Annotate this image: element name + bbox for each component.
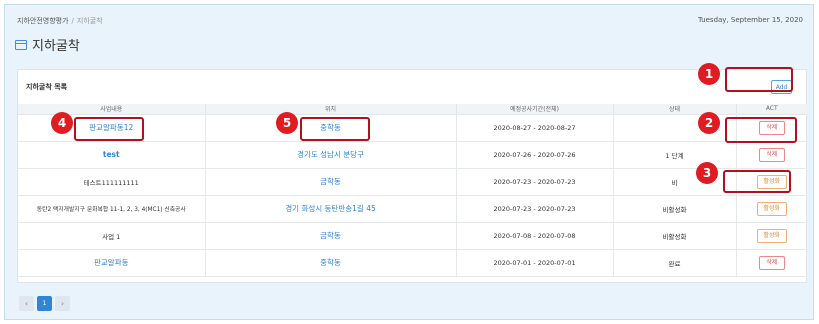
list-card: 지하굴착 목록 Add 사업내용 위치 예정공사기간(전체) 상태 ACT 판교… (17, 69, 807, 283)
project-name-cell[interactable]: 동탄2 택지개발지구 문화복합 11-1, 2, 3, 4(MC1) 신축공사 (18, 195, 206, 223)
column-header[interactable]: ACT (736, 104, 807, 115)
project-name-cell[interactable]: 테스트111111111 (18, 168, 206, 196)
content-frame: 지하안전영향평가 / 지하굴착 Tuesday, September 15, 202… (4, 4, 814, 320)
breadcrumb-root[interactable]: 지하안전영향평가 (17, 17, 69, 25)
period-cell: 2020-07-23 - 2020-07-23 (456, 195, 614, 223)
highlight-box-delete (725, 117, 797, 143)
table-row: 사업 1 금학동 2020-07-08 - 2020-07-08 비활성화 활성… (18, 222, 807, 250)
breadcrumb: 지하안전영향평가 / 지하굴착 (17, 16, 103, 26)
period-cell: 2020-07-08 - 2020-07-08 (456, 222, 614, 250)
period-cell: 2020-07-23 - 2020-07-23 (456, 168, 614, 196)
project-name-cell[interactable]: 사업 1 (18, 222, 206, 250)
highlight-box-add (725, 67, 793, 92)
location-link[interactable]: 금학동 (205, 168, 457, 196)
table-row: 동탄2 택지개발지구 문화복합 11-1, 2, 3, 4(MC1) 신축공사 … (18, 195, 807, 223)
delete-button[interactable]: 삭제 (758, 147, 785, 162)
table-row: 테스트111111111 금학동 2020-07-23 - 2020-07-23… (18, 168, 807, 196)
highlight-box-location (300, 117, 370, 141)
status-cell: 완료 (613, 249, 737, 277)
table-header-row: 사업내용 위치 예정공사기간(전체) 상태 ACT (18, 104, 807, 115)
annotation-marker-1: 1 (698, 63, 720, 85)
project-name-link[interactable]: test (18, 141, 206, 169)
activate-button[interactable]: 활성화 (756, 228, 787, 243)
period-cell: 2020-07-01 - 2020-07-01 (456, 249, 614, 277)
pagination: ‹ 1 › (19, 296, 70, 311)
location-link[interactable]: 경기 화성시 동탄반송1길 45 (205, 195, 457, 223)
period-cell: 2020-08-27 - 2020-08-27 (456, 114, 614, 142)
action-cell: 삭제 (736, 249, 807, 277)
column-header[interactable]: 사업내용 (18, 104, 206, 115)
table-row: 판교알파동 중학동 2020-07-01 - 2020-07-01 완료 삭제 (18, 249, 807, 277)
status-cell: 비활성화 (613, 195, 737, 223)
page-title-text: 지하굴착 (32, 39, 80, 54)
action-cell: 삭제 (736, 141, 807, 169)
current-date: Tuesday, September 15, 2020 (697, 16, 803, 24)
highlight-box-activate (723, 170, 791, 193)
column-header[interactable]: 위치 (205, 104, 457, 115)
annotation-marker-4: 4 (51, 112, 73, 134)
highlight-box-name (74, 117, 144, 141)
breadcrumb-separator: / (71, 17, 74, 25)
page-title: 지하굴착 (15, 35, 80, 54)
chevron-left-icon[interactable]: ‹ (19, 296, 34, 311)
period-cell: 2020-07-26 - 2020-07-26 (456, 141, 614, 169)
status-cell: 1 단계 (613, 141, 737, 169)
status-cell: 비활성화 (613, 222, 737, 250)
column-header[interactable]: 예정공사기간(전체) (456, 104, 614, 115)
annotation-marker-2: 2 (698, 112, 720, 134)
action-cell: 활성화 (736, 222, 807, 250)
delete-button[interactable]: 삭제 (758, 255, 785, 270)
card-title: 지하굴착 목록 (26, 83, 68, 91)
action-cell: 활성화 (736, 195, 807, 223)
chevron-right-icon[interactable]: › (55, 296, 70, 311)
table-row: test 경기도 성남시 분당구 2020-07-26 - 2020-07-26… (18, 141, 807, 169)
annotation-marker-5: 5 (276, 112, 298, 134)
project-name-link[interactable]: 판교알파동 (18, 249, 206, 277)
window-icon (15, 39, 27, 50)
activate-button[interactable]: 활성화 (756, 201, 787, 216)
page-button[interactable]: 1 (37, 296, 52, 311)
breadcrumb-current: 지하굴착 (76, 17, 103, 25)
location-link[interactable]: 경기도 성남시 분당구 (205, 141, 457, 169)
location-link[interactable]: 중학동 (205, 249, 457, 277)
annotation-marker-3: 3 (696, 162, 718, 184)
column-header[interactable]: 상태 (613, 104, 737, 115)
location-link[interactable]: 금학동 (205, 222, 457, 250)
